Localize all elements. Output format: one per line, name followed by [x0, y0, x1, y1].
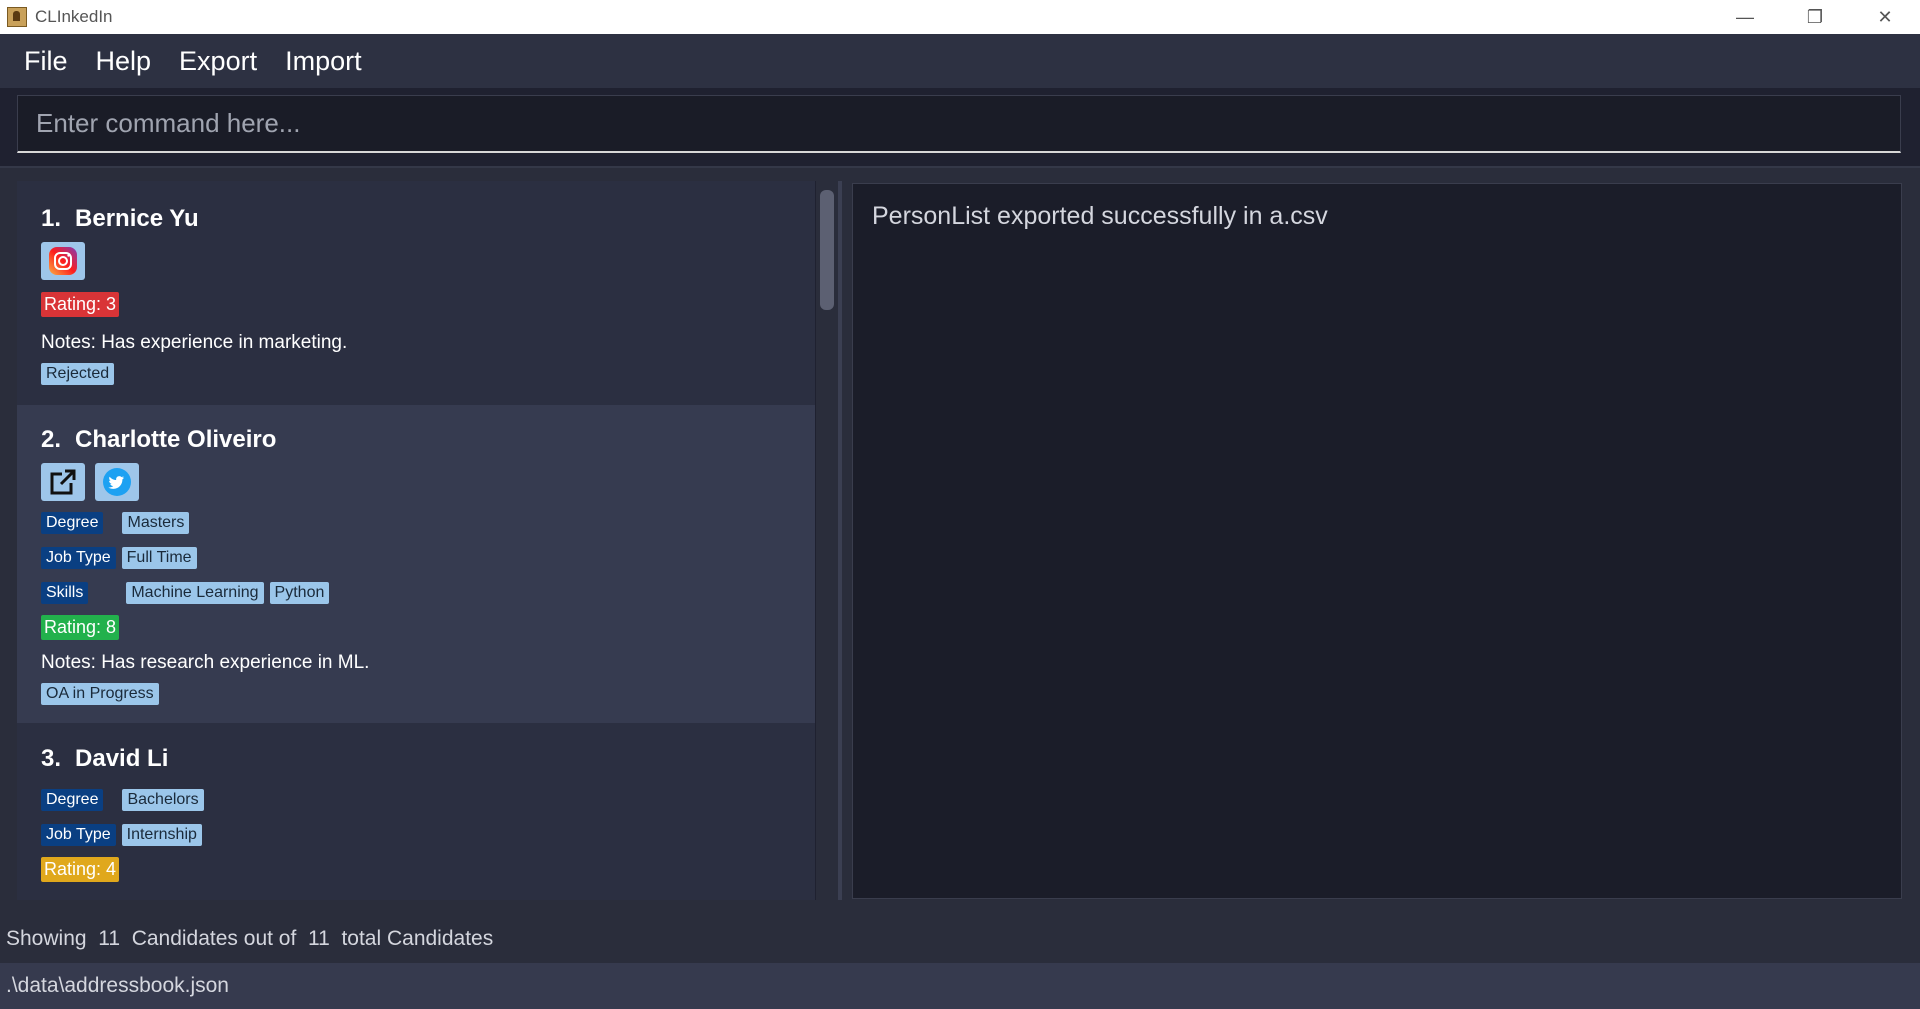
divider	[0, 166, 1920, 168]
app-logo-icon	[7, 7, 27, 27]
restore-button[interactable]: ❐	[1780, 0, 1850, 34]
menu-export[interactable]: Export	[179, 46, 257, 77]
close-button[interactable]: ✕	[1850, 0, 1920, 34]
candidate-index: 1.	[41, 205, 62, 232]
menu-file[interactable]: File	[24, 46, 68, 77]
candidate-name-text: Bernice Yu	[75, 205, 199, 232]
file-path-text: .\data\addressbook.json	[6, 974, 229, 997]
candidate-index: 2.	[41, 426, 62, 453]
tag-row-degree: Degree Masters	[41, 512, 195, 534]
title-bar: CLInkedIn — ❐ ✕	[0, 0, 1920, 34]
tag-key: Job Type	[41, 824, 116, 846]
window-controls: — ❐ ✕	[1710, 0, 1920, 34]
rating-badge: Rating: 3	[41, 292, 120, 317]
tag-value: Python	[269, 582, 330, 604]
tag-row-job-type: Job Type Internship	[41, 824, 208, 846]
split-divider[interactable]	[838, 181, 842, 900]
tag-row-job-type: Job Type Full Time	[41, 547, 203, 569]
command-input[interactable]	[17, 95, 1901, 153]
menu-help[interactable]: Help	[96, 46, 152, 77]
menu-bar: File Help Export Import	[0, 34, 1920, 88]
social-links	[41, 463, 139, 501]
status-badge: Rejected	[41, 363, 115, 385]
tag-key: Degree	[41, 789, 104, 811]
tag-value: Full Time	[121, 547, 197, 569]
external-link-icon[interactable]	[41, 463, 85, 501]
tag-value: Internship	[121, 824, 202, 846]
tag-value: Bachelors	[122, 789, 204, 811]
result-message: PersonList exported successfully in a.cs…	[872, 202, 1328, 230]
candidate-count-text: Showing 11 Candidates out of 11 total Ca…	[6, 927, 494, 950]
tag-key: Job Type	[41, 547, 116, 569]
window-title: CLInkedIn	[35, 7, 113, 26]
social-links	[41, 242, 85, 280]
candidate-index: 3.	[41, 745, 62, 772]
candidate-card[interactable]: 1. Bernice Yu Rating: 3 Notes: Has exper…	[17, 181, 815, 405]
list-scrollbar-thumb[interactable]	[820, 190, 834, 310]
file-path-bar: .\data\addressbook.json	[0, 963, 1920, 1009]
tag-key: Degree	[41, 512, 104, 534]
status-badge: OA in Progress	[41, 683, 159, 705]
candidate-notes: Notes: Has experience in marketing.	[41, 332, 348, 353]
menu-import[interactable]: Import	[285, 46, 362, 77]
command-area	[0, 88, 1920, 166]
candidate-name: 2. Charlotte Oliveiro	[41, 426, 276, 454]
twitter-icon[interactable]	[95, 463, 139, 501]
candidate-card[interactable]: 3. David Li Degree Bachelors Job Type Int…	[17, 723, 815, 900]
tag-value: Masters	[122, 512, 190, 534]
candidate-name-text: Charlotte Oliveiro	[75, 426, 277, 453]
instagram-icon[interactable]	[41, 242, 85, 280]
result-display: PersonList exported successfully in a.cs…	[852, 183, 1902, 899]
candidate-card[interactable]: 2. Charlotte Oliveiro Degree Masters Job…	[17, 405, 815, 723]
candidate-name: 1. Bernice Yu	[41, 205, 199, 233]
tag-key: Skills	[41, 582, 89, 604]
tag-value: Machine Learning	[126, 582, 264, 604]
rating-badge: Rating: 8	[41, 615, 120, 640]
candidate-notes: Notes: Has research experience in ML.	[41, 652, 370, 673]
rating-badge: Rating: 4	[41, 857, 120, 882]
candidate-name-text: David Li	[75, 745, 169, 772]
candidate-name: 3. David Li	[41, 745, 168, 773]
minimize-button[interactable]: —	[1710, 0, 1780, 34]
candidate-count-bar: Showing 11 Candidates out of 11 total Ca…	[0, 915, 1920, 963]
tag-row-skills: Skills Machine Learning Python	[41, 582, 335, 604]
candidate-list[interactable]: 1. Bernice Yu Rating: 3 Notes: Has exper…	[17, 181, 839, 900]
tag-row-degree: Degree Bachelors	[41, 789, 210, 811]
